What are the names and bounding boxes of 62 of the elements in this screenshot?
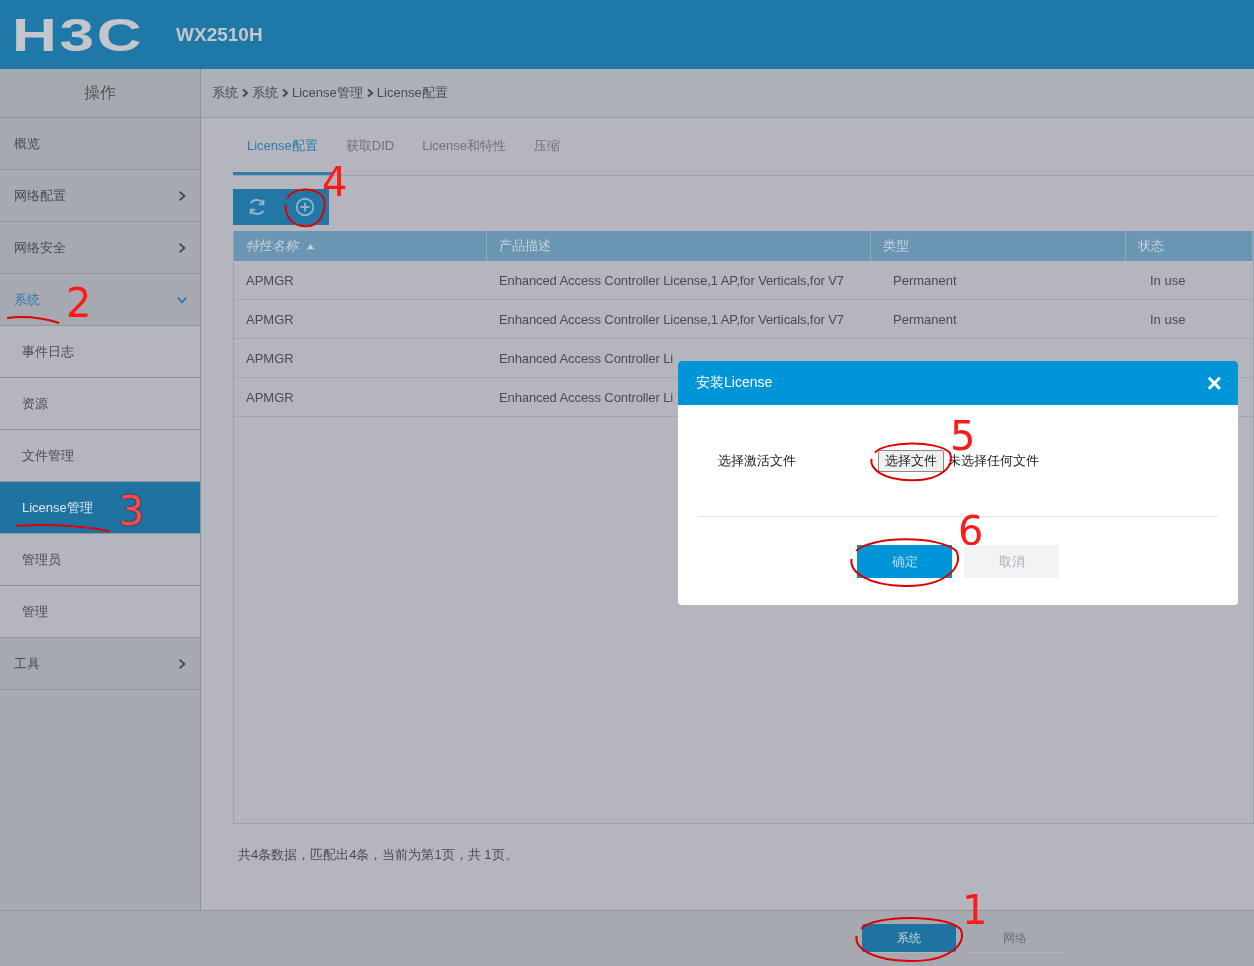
menu-label: 系统 xyxy=(14,290,40,309)
menu-label: 工具 xyxy=(14,654,40,673)
table-cell: Permanent xyxy=(893,311,957,327)
column-header[interactable]: 产品描述 xyxy=(487,231,871,261)
sidebar-item[interactable]: 网络配置 xyxy=(0,170,200,222)
bottom-tab[interactable]: 网络 xyxy=(968,924,1062,953)
chevron-right-icon xyxy=(240,88,250,98)
submenu-item[interactable]: 管理 xyxy=(0,586,200,638)
table-cell: Enhanced Access Controller License,1 AP,for Verticals,for V7 xyxy=(499,311,844,327)
tab[interactable]: 压缩 xyxy=(520,119,574,175)
logo: H3C xyxy=(12,7,145,62)
submenu-item[interactable]: License管理 3 xyxy=(0,482,200,534)
table-cell: APMGR xyxy=(246,311,294,327)
column-header[interactable]: 状态 xyxy=(1126,231,1253,261)
menu-label: 概览 xyxy=(14,134,40,153)
bottom-tab[interactable]: 系统 xyxy=(862,924,956,953)
table-cell: In use xyxy=(1150,272,1186,288)
menu-label: 资源 xyxy=(22,394,48,413)
annotation-number: 3 xyxy=(118,490,145,531)
dialog-title: 安装License xyxy=(696,374,773,392)
table-cell: Permanent xyxy=(893,272,957,288)
cancel-button[interactable]: 取消 xyxy=(964,544,1059,578)
column-header[interactable]: 特性名称 xyxy=(234,231,487,261)
annotation-underline xyxy=(6,314,62,325)
confirm-button[interactable]: 确定 xyxy=(857,544,952,578)
column-header[interactable]: 类型 xyxy=(871,231,1126,261)
product-model: WX2510H xyxy=(176,23,263,46)
tab[interactable]: License和特性 xyxy=(408,119,520,175)
table-cell: Enhanced Access Controller License,1 AP,for Verticals,for V7 xyxy=(499,272,844,288)
breadcrumb-item[interactable]: License配置 xyxy=(376,84,448,102)
submenu-item[interactable]: 管理员 xyxy=(0,534,200,586)
close-button[interactable]: × xyxy=(1206,370,1222,396)
table-cell: In use xyxy=(1150,311,1186,327)
table-cell: Enhanced Access Controller Li xyxy=(499,350,674,366)
menu-label: 事件日志 xyxy=(22,342,74,361)
table-cell: APMGR xyxy=(246,350,294,366)
breadcrumb-item[interactable]: 系统 xyxy=(212,84,238,102)
menu-label: 文件管理 xyxy=(22,446,74,465)
annotation-number: 2 xyxy=(66,282,92,323)
sidebar-item[interactable]: 工具 xyxy=(0,638,200,690)
sidebar-title: 操作 xyxy=(0,69,200,118)
sidebar-item[interactable]: 网络安全 xyxy=(0,222,200,274)
choose-file-button[interactable]: 选择文件 xyxy=(878,449,944,472)
table-cell: Enhanced Access Controller Li xyxy=(499,389,674,405)
field-label: 选择激活文件 xyxy=(718,451,797,470)
table-cell: APMGR xyxy=(246,389,294,405)
pagination-summary: 共4条数据，匹配出4条，当前为第1页，共 1页。 xyxy=(237,846,519,864)
menu-label: 管理 xyxy=(22,602,48,621)
menu-label: License管理 xyxy=(22,498,93,517)
sidebar-item[interactable]: 概览 xyxy=(0,118,200,170)
menu-label: 网络安全 xyxy=(14,238,66,257)
breadcrumb-item[interactable]: License管理 xyxy=(292,84,363,102)
menu-label: 管理员 xyxy=(22,550,61,569)
submenu-item[interactable]: 事件日志 xyxy=(0,326,200,378)
chevron-right-icon xyxy=(280,88,290,98)
breadcrumb-item[interactable]: 系统 xyxy=(252,84,278,102)
add-icon[interactable] xyxy=(294,196,316,218)
submenu-item[interactable]: 文件管理 xyxy=(0,430,200,482)
chevron-right-icon xyxy=(364,88,375,98)
menu-label: 网络配置 xyxy=(14,186,66,205)
table-cell: APMGR xyxy=(246,272,294,288)
submenu-item[interactable]: 资源 xyxy=(0,378,200,430)
